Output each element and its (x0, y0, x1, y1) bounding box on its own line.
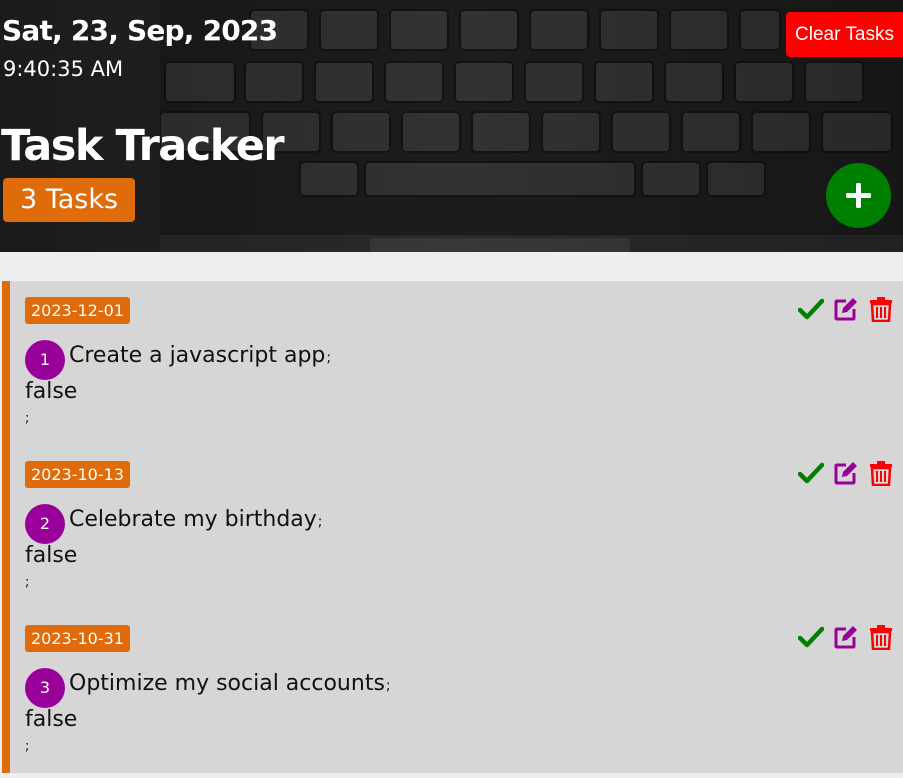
task-title-separator: ; (385, 678, 391, 694)
task-title-text: Optimize my social accounts (69, 671, 385, 696)
task-trailing-separator: ; (25, 575, 30, 590)
current-date: Sat, 23, Sep, 2023 (2, 14, 278, 47)
trash-icon[interactable] (868, 296, 894, 322)
trash-icon[interactable] (868, 624, 894, 650)
task-status: false (25, 379, 78, 404)
plus-icon (846, 183, 871, 208)
app-header: Sat, 23, Sep, 2023 9:40:35 AM Task Track… (0, 0, 903, 252)
task-trailing-separator: ; (25, 739, 30, 754)
edit-icon[interactable] (833, 624, 859, 650)
edit-icon[interactable] (833, 460, 859, 486)
task-title-separator: ; (317, 514, 323, 530)
trash-icon[interactable] (868, 460, 894, 486)
current-time: 9:40:35 AM (3, 57, 124, 81)
check-icon[interactable] (798, 460, 824, 486)
task-status: false (25, 543, 78, 568)
task-count-badge: 3 Tasks (3, 178, 135, 222)
clear-tasks-button[interactable]: Clear Tasks (786, 12, 903, 57)
due-date-badge: 2023-10-13 (25, 461, 130, 488)
task-actions (798, 624, 898, 650)
task-title-text: Create a javascript app (69, 343, 326, 368)
page-title: Task Tracker (1, 121, 285, 171)
task-title: Celebrate my birthday; (69, 507, 323, 532)
due-date-badge: 2023-10-31 (25, 625, 130, 652)
due-date-badge: 2023-12-01 (25, 297, 130, 324)
task-status: false (25, 707, 78, 732)
task-trailing-separator: ; (25, 411, 30, 426)
task-title-separator: ; (326, 350, 332, 366)
add-task-button[interactable] (826, 163, 891, 228)
task-title-text: Celebrate my birthday (69, 507, 317, 532)
task-title: Create a javascript app; (69, 343, 331, 368)
check-icon[interactable] (798, 624, 824, 650)
task-number: 1 (25, 340, 65, 380)
task-actions (798, 296, 898, 322)
task-number: 3 (25, 668, 65, 708)
task-actions (798, 460, 898, 486)
edit-icon[interactable] (833, 296, 859, 322)
task-title: Optimize my social accounts; (69, 671, 391, 696)
check-icon[interactable] (798, 296, 824, 322)
task-list: 2023-12-01 1 Create a javascript app; fa… (2, 281, 903, 773)
task-number: 2 (25, 504, 65, 544)
